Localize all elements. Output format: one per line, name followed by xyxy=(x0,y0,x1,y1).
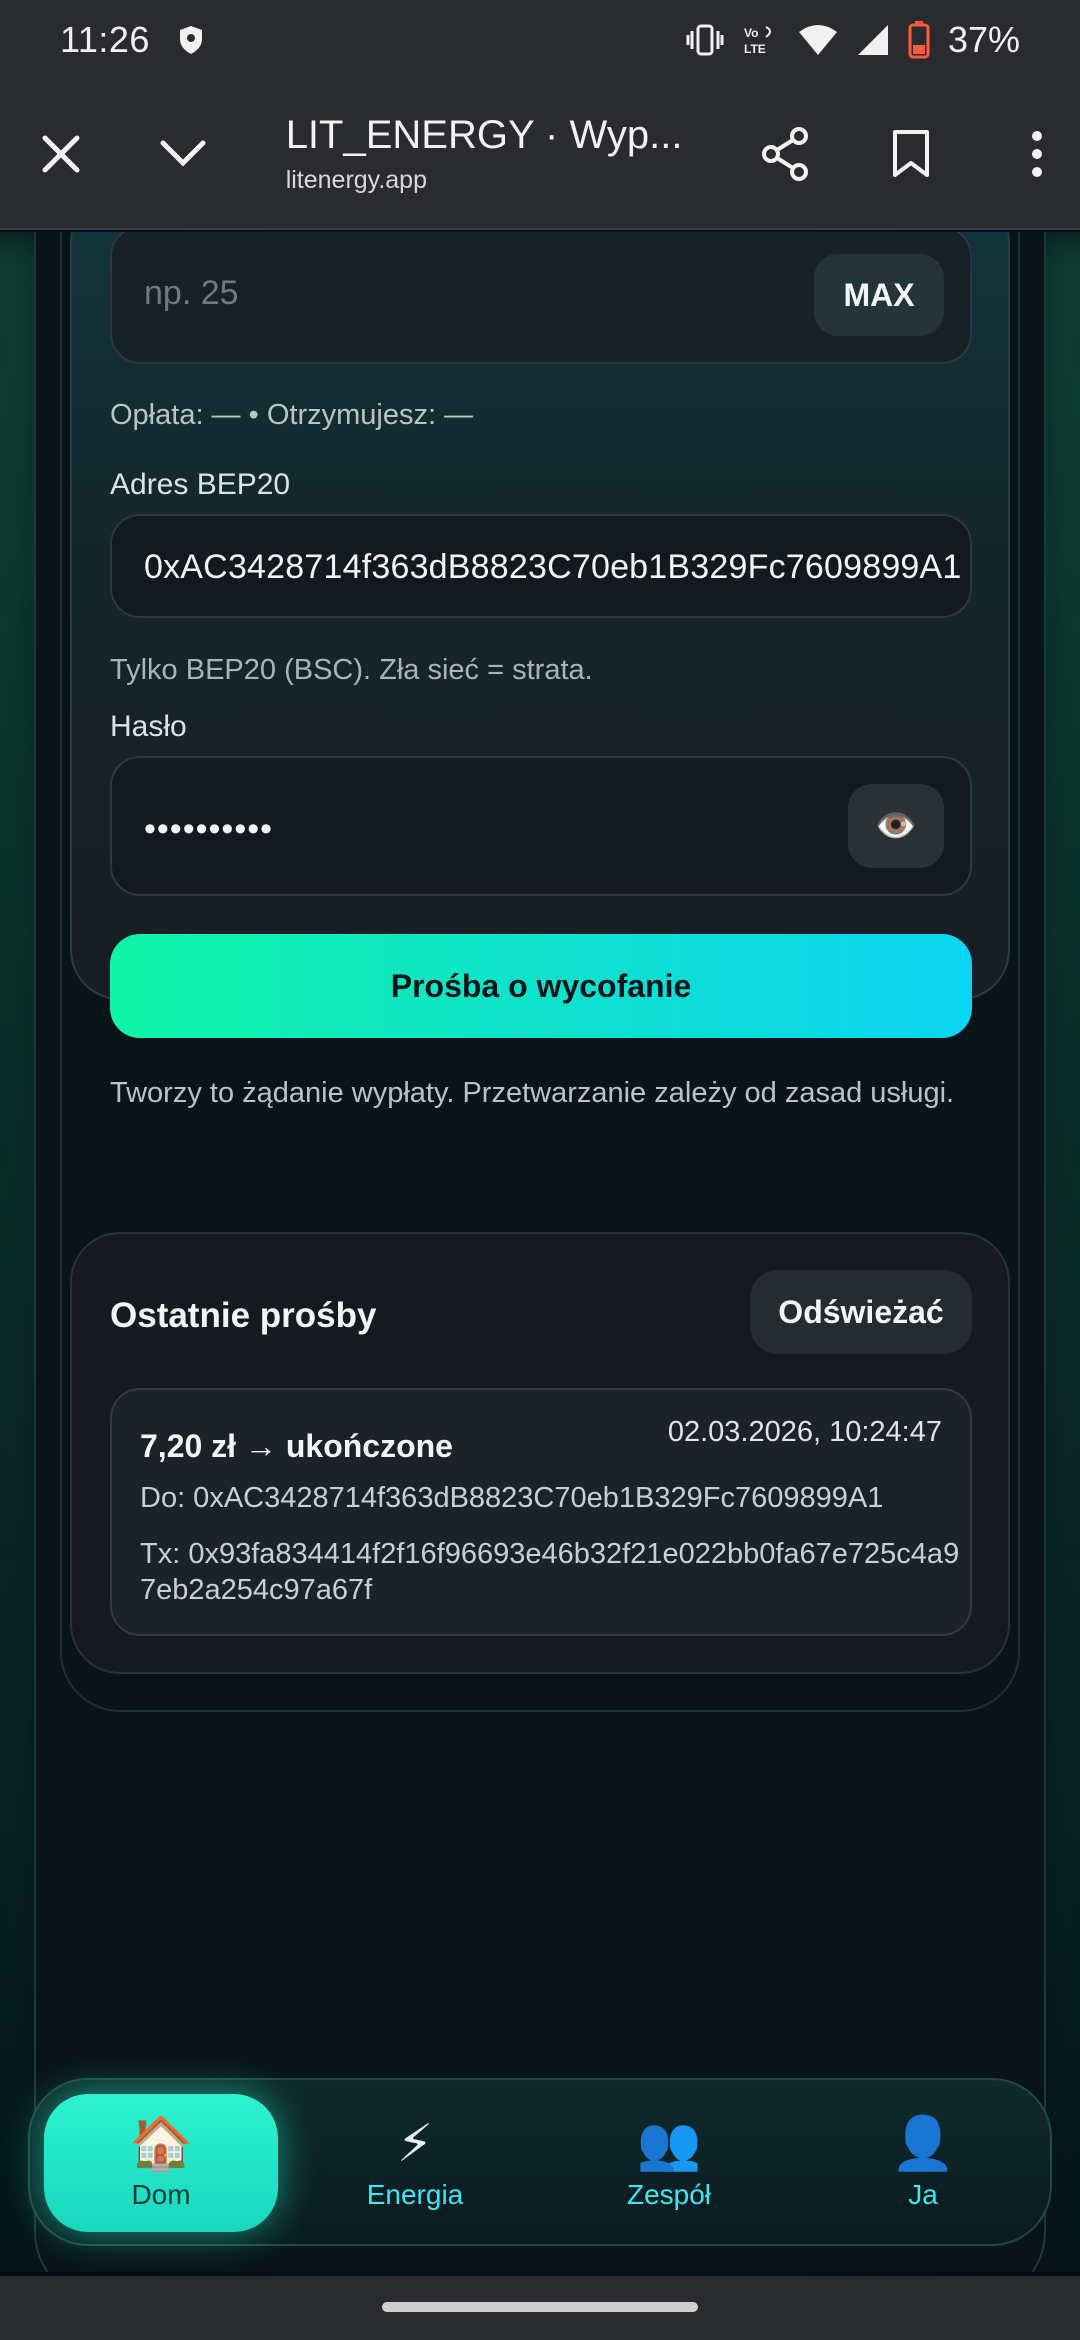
request-withdrawal-button[interactable]: Prośba o wycofanie xyxy=(110,934,972,1038)
recent-requests-card: Ostatnie prośby Odświeżać 7,20 zł → ukoń… xyxy=(70,1232,1010,1674)
nav-item-zespol[interactable]: 👥 Zespół xyxy=(552,2094,786,2232)
page-title: LIT_ENERGY · Wyp... xyxy=(285,113,683,157)
withdraw-card: np. 25 MAX Opłata: — • Otrzymujesz: — Ad… xyxy=(70,232,1010,1109)
page-title-block: LIT_ENERGY · Wyp... litenergy.app xyxy=(286,113,683,195)
more-options-button[interactable] xyxy=(994,109,1080,199)
share-button[interactable] xyxy=(742,109,828,199)
request-date: 02.03.2026, 10:24:47 xyxy=(667,1416,942,1448)
amount-input[interactable]: np. 25 MAX xyxy=(110,232,972,364)
lightning-icon: ⚡ xyxy=(396,2115,434,2173)
bookmark-icon xyxy=(893,130,930,177)
request-amount-status: 7,20 zł → ukończone xyxy=(140,1428,453,1464)
request-tx-hash[interactable]: Tx: 0x93fa834414f2f16f96693e46b32f21e022… xyxy=(140,1536,960,1608)
nav-label-ja: Ja xyxy=(908,2179,938,2210)
refresh-button[interactable]: Odświeżać xyxy=(750,1270,972,1354)
page-content: np. 25 MAX Opłata: — • Otrzymujesz: — Ad… xyxy=(0,232,1080,2272)
eye-icon: 👁️ xyxy=(874,807,918,845)
address-hint: Tylko BEP20 (BSC). Zła sieć = strata. xyxy=(110,654,593,686)
svg-text:LTE: LTE xyxy=(744,42,766,56)
vibrate-icon xyxy=(686,24,724,56)
nav-item-ja[interactable]: 👤 Ja xyxy=(806,2094,1040,2232)
max-button[interactable]: MAX xyxy=(814,254,944,336)
nav-item-energia[interactable]: ⚡ Energia xyxy=(298,2094,532,2232)
address-input[interactable]: 0xAC3428714f363dB8823C70eb1B329Fc7609899… xyxy=(110,514,972,618)
vpn-shield-icon xyxy=(179,26,202,54)
request-to-address: Do: 0xAC3428714f363dB8823C70eb1B329Fc760… xyxy=(140,1482,884,1514)
team-icon: 👥 xyxy=(636,2115,702,2173)
bookmark-button[interactable] xyxy=(868,109,954,199)
fee-info: Opłata: — • Otrzymujesz: — xyxy=(110,399,474,431)
close-button[interactable] xyxy=(18,109,104,199)
minimize-button[interactable] xyxy=(140,109,226,199)
gesture-handle[interactable] xyxy=(382,2302,698,2312)
volte-icon: Vo LTE xyxy=(744,26,771,56)
nav-label-zespol: Zespół xyxy=(626,2179,712,2210)
battery-icon xyxy=(908,21,930,59)
signal-icon xyxy=(857,25,888,55)
page-url: litenergy.app xyxy=(285,166,427,194)
wifi-icon xyxy=(798,25,837,55)
nav-label-energia: Energia xyxy=(366,2179,464,2210)
nav-label-dom: Dom xyxy=(131,2179,191,2210)
password-input[interactable]: •••••••••• 👁️ xyxy=(110,756,972,896)
address-label: Adres BEP20 xyxy=(110,468,291,501)
status-time: 11:26 xyxy=(60,19,150,60)
toggle-password-button[interactable]: 👁️ xyxy=(848,784,944,868)
bottom-nav: 🏠 Dom ⚡ Energia 👥 Zespół 👤 Ja xyxy=(28,2078,1052,2246)
system-nav-bar xyxy=(0,2276,1080,2340)
more-vert-icon xyxy=(1032,131,1043,177)
screen: 11:26 Vo LTE 37% LIT_ENERGY · Wyp... lit… xyxy=(0,0,1080,2340)
status-icons: Vo LTE 37% xyxy=(686,19,1020,61)
nav-item-dom[interactable]: 🏠 Dom xyxy=(44,2094,278,2232)
battery-percent: 37% xyxy=(947,19,1020,60)
svg-text:Vo: Vo xyxy=(744,26,758,40)
request-list-item: 7,20 zł → ukończone 02.03.2026, 10:24:47… xyxy=(110,1388,972,1636)
browser-toolbar: LIT_ENERGY · Wyp... litenergy.app xyxy=(0,80,1080,230)
status-bar: 11:26 Vo LTE 37% xyxy=(0,0,1080,80)
close-icon xyxy=(42,135,80,173)
amount-placeholder: np. 25 xyxy=(144,274,239,312)
recent-requests-title: Ostatnie prośby xyxy=(110,1296,377,1335)
password-value: •••••••••• xyxy=(144,810,274,848)
address-value: 0xAC3428714f363dB8823C70eb1B329Fc7609899… xyxy=(144,548,962,586)
password-label: Hasło xyxy=(110,710,187,743)
share-icon xyxy=(762,127,809,181)
user-icon: 👤 xyxy=(890,2115,956,2173)
withdraw-note: Tworzy to żądanie wypłaty. Przetwarzanie… xyxy=(110,1077,955,1109)
chevron-down-icon xyxy=(160,140,206,167)
home-icon: 🏠 xyxy=(128,2115,194,2173)
